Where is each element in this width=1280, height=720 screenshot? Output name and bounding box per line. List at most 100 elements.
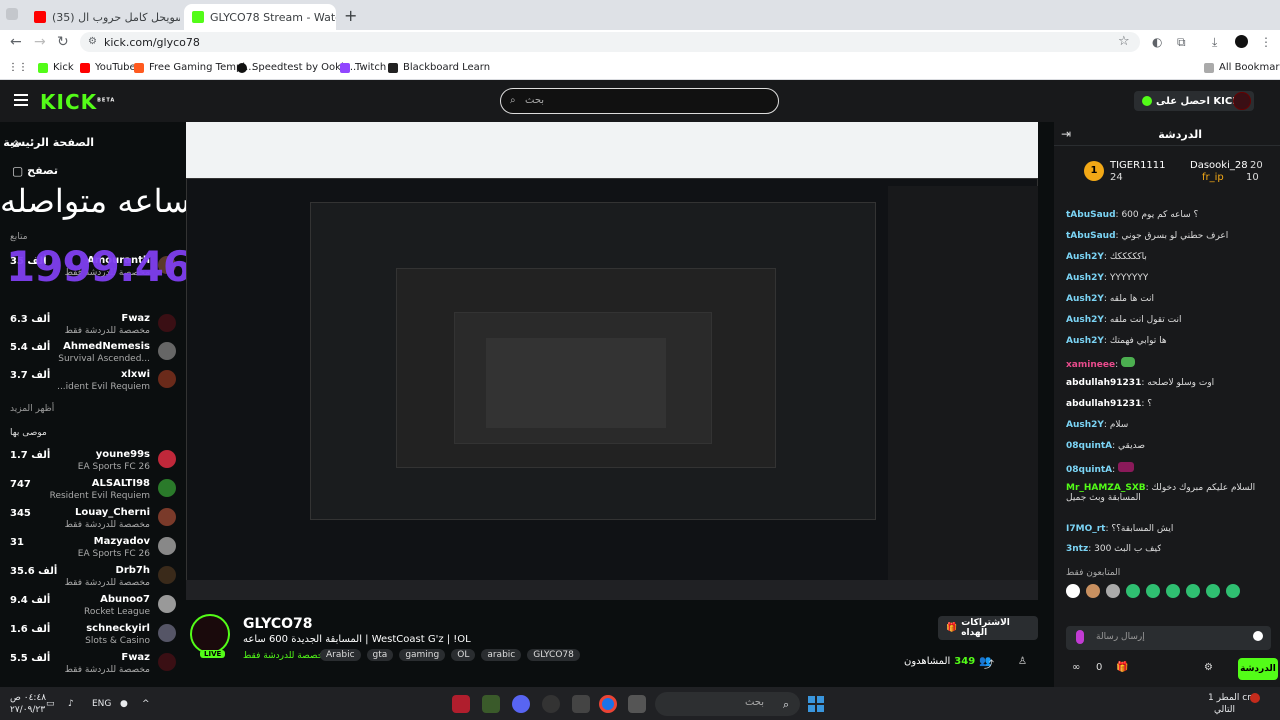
channel-avatar[interactable] [190,614,230,654]
taskbar-search[interactable]: بحث [655,692,800,716]
emote-icon[interactable] [1226,584,1240,598]
emote-icon[interactable] [1126,584,1140,598]
emote-icon[interactable] [1186,584,1200,598]
following-channel[interactable]: 6.3 ألف Fwaz مخصصة للدردشة فقط [10,312,176,340]
recommended-channel[interactable]: 31 Mazyadov EA Sports FC 26 [10,535,176,563]
collapse-chat-icon[interactable]: ⇥ [1061,127,1071,141]
recommended-channel[interactable]: 1.6 ألف schneckyirl Slots & Casino [10,622,176,650]
channel-name[interactable]: GLYCO78 [243,616,313,632]
file-explorer-icon[interactable] [628,695,646,713]
bookmarks-bar: ⋮⋮ Kick YouTube Free Gaming Templ... Spe… [0,55,1280,80]
chat-send-button[interactable]: الدردشة [1238,658,1278,680]
emote-bar [1066,584,1240,598]
follow-icon[interactable]: ♙ [1018,656,1027,667]
emote-icon[interactable] [1146,584,1160,598]
notification-icon[interactable]: ▭ [46,699,55,709]
chat-header: ⇥ الدردشة [1054,122,1280,146]
recommended-channel[interactable]: 345 Louay_Cherni مخصصة للدردشة فقط [10,506,176,534]
tab-title: (35) بث ابو سويحل كامل حروب ال [52,10,180,24]
language-indicator[interactable]: ENG [92,699,111,709]
tag[interactable]: gta [366,649,394,661]
tag[interactable]: GLYCO78 [527,649,580,661]
show-more-link[interactable]: أظهر المزيد [10,404,54,414]
emote-icon[interactable] [1066,584,1080,598]
windows-start-icon[interactable] [808,696,824,712]
obs-icon[interactable] [542,695,560,713]
recursive-capture-4 [486,338,666,428]
search-input[interactable]: ⌕ بحث [500,88,779,114]
emoji-picker-icon[interactable] [1253,631,1263,641]
tab-search-icon[interactable] [6,8,18,20]
recommended-channel[interactable]: 5.5 ألف Fwaz مخصصة للدردشة فقط [10,651,176,679]
channel-avatar [158,342,176,360]
tag[interactable]: arabic [481,649,522,661]
terminal-icon[interactable] [482,695,500,713]
kicks-coin-icon [1142,96,1152,106]
settings-icon[interactable] [572,695,590,713]
settings-gear-icon[interactable]: ⚙ [1204,662,1213,673]
video-player[interactable] [186,122,1038,600]
address-bar[interactable]: ⚙ kick.com/glyco78 [80,32,1140,52]
tag[interactable]: Arabic [320,649,361,661]
bookmark-twitch[interactable]: Twitch [340,62,386,73]
emote-icon[interactable] [1086,584,1100,598]
menu-kebab-icon[interactable]: ⋮ [1260,35,1272,49]
tag[interactable]: gaming [399,649,446,661]
bookmark-blackboard[interactable]: Blackboard Learn [388,62,490,73]
acrobat-icon[interactable] [452,695,470,713]
frog-emote-icon [1120,357,1135,367]
gift-subs-button[interactable]: 🎁 الاشتراكات الهداه [938,616,1038,640]
browser-tab-kick[interactable]: GLYCO78 Stream - Watch Live o ✕ [184,4,336,30]
following-channel[interactable]: 3.7 ألف xlxwi ...ident Evil Requiem [10,368,176,396]
chrome-icon[interactable] [599,695,617,713]
captured-taskbar [186,580,1038,600]
bookmark-youtube[interactable]: YouTube [80,62,136,73]
recommended-channel[interactable]: 747 ALSALTI98 Resident Evil Requiem [10,477,176,505]
apps-grid-icon[interactable]: ⋮⋮ [8,62,28,73]
extension-icon[interactable]: ◐ [1152,35,1162,49]
blackboard-icon [388,62,398,73]
profile-avatar[interactable] [1235,35,1248,48]
following-channel[interactable]: 5.4 ألف AhmedNemesis Survival Ascended..… [10,340,176,368]
browser-tab-youtube[interactable]: (35) بث ابو سويحل كامل حروب ال ✕ [26,4,180,30]
bookmark-kick[interactable]: Kick [38,62,74,73]
stream-category[interactable]: مخصصة للدردشة فقط [243,651,328,661]
discord-icon[interactable] [512,695,530,713]
chat-message-input[interactable]: إرسال رسالة [1066,626,1271,650]
folder-icon [1204,62,1214,73]
channel-avatar [158,314,176,332]
recommended-channel[interactable]: 1.7 ألف youne99s EA Sports FC 26 [10,448,176,476]
speaker-icon[interactable]: ♪ [68,699,74,709]
kick-logo[interactable]: KICKBETA [40,90,115,114]
bookmark-star-icon[interactable]: ☆ [1118,34,1130,49]
mic-icon[interactable] [1076,630,1084,644]
emote-icon[interactable] [1106,584,1120,598]
tag[interactable]: OL [451,649,476,661]
emote-icon[interactable] [1206,584,1220,598]
all-bookmarks[interactable]: All Bookmarks [1204,62,1280,73]
weather-widget[interactable]: المطر 1 cm [1208,693,1256,703]
recommended-channel[interactable]: 35.6 ألف Drb7h مخصصة للدردشة فقط [10,564,176,592]
captured-chat [888,186,1038,596]
reload-icon[interactable]: ↻ [57,34,69,50]
forward-icon[interactable]: → [34,34,46,50]
download-icon[interactable]: ⤓ [1212,35,1217,50]
channel-avatar [158,508,176,526]
infinity-icon[interactable]: ∞ [1072,662,1080,673]
recommended-channel[interactable]: 9.4 ألف Abunoo7 Rocket League [10,593,176,621]
hamburger-menu-icon[interactable] [14,94,28,106]
microphone-icon[interactable]: ● [120,699,128,709]
new-tab-button[interactable]: + [344,6,357,25]
chat-message: 08quintA: صديقي [1066,441,1145,451]
kick-page: KICKBETA ⌕ بحث احصل على KICKs الصفحة الر… [0,80,1280,687]
emote-icon[interactable] [1166,584,1180,598]
tray-expand-icon[interactable]: ^ [142,699,150,709]
chat-message: Aush2Y: انت تقول انت ملقه [1066,315,1182,325]
sidebar-item-browse[interactable]: تصفح [27,164,58,177]
share-icon[interactable]: ⤴ [984,656,994,671]
back-icon[interactable]: ← [10,34,22,50]
user-avatar[interactable] [1233,92,1251,110]
site-info-icon[interactable]: ⚙ [88,36,97,47]
puzzle-icon[interactable]: ⧉ [1177,35,1186,50]
gift-icon[interactable]: 🎁 [1116,662,1128,673]
